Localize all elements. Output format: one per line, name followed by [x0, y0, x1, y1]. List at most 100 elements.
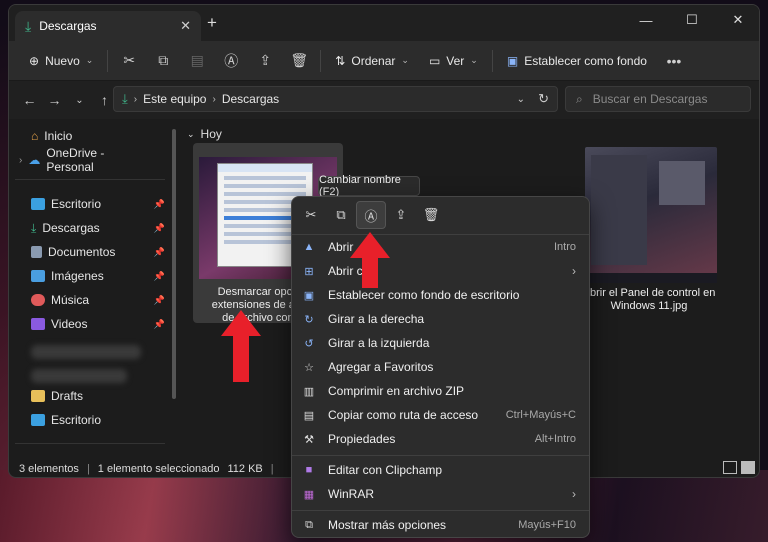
menu-item-clipchamp[interactable]: ■ Editar con Clipchamp — [298, 458, 584, 482]
sidebar-item-videos[interactable]: Videos 📌 — [31, 313, 165, 335]
view-icon: ▭ — [428, 53, 441, 68]
sidebar-item-label: Drafts — [51, 389, 84, 403]
blurred-folder — [31, 369, 127, 383]
new-button[interactable]: ⊕ Nuevo ⌄ — [19, 46, 103, 76]
menu-item-rotate-left[interactable]: ↺ Girar a la izquierda — [298, 331, 584, 355]
divider — [15, 179, 165, 180]
wallpaper-icon: ▣ — [506, 53, 519, 68]
sidebar-item-label: OneDrive - Personal — [46, 146, 105, 174]
tiles-view-icon[interactable] — [741, 461, 755, 474]
menu-item-properties[interactable]: ⚒ Propiedades Alt+Intro — [298, 427, 584, 451]
chevron-right-icon: › — [572, 264, 576, 278]
more-options-icon[interactable]: ••• — [657, 46, 691, 76]
pictures-icon — [31, 270, 45, 282]
menu-item-add-favorites[interactable]: ☆ Agregar a Favoritos — [298, 355, 584, 379]
back-arrow-icon[interactable]: ← — [17, 89, 42, 111]
address-bar[interactable]: ⤓ › Este equipo › Descargas ⌄ ↻ — [113, 86, 558, 112]
paste-icon[interactable]: ▤ — [180, 46, 214, 76]
rename-icon[interactable]: Ⓐ — [214, 46, 248, 76]
menu-item-abrir-con[interactable]: ⊞ Abrir con › — [298, 259, 584, 283]
file-item[interactable]: Abrir el Panel de control en Windows 11.… — [579, 147, 719, 317]
tab-descargas[interactable]: ⤓ Descargas ✕ — [15, 11, 201, 41]
navigation-pane: ⌂ Inicio › ☁ OneDrive - Personal Escrito… — [9, 119, 169, 459]
wallpaper-icon: ▣ — [303, 289, 315, 302]
breadcrumb-este-equipo[interactable]: Este equipo — [143, 92, 206, 106]
sidebar-item-drafts[interactable]: Drafts — [31, 385, 165, 407]
breadcrumb-separator-icon: › — [133, 93, 138, 105]
cut-icon[interactable]: ✂ — [296, 201, 326, 229]
sidebar-item-label: Documentos — [48, 245, 116, 259]
cut-icon[interactable]: ✂ — [112, 46, 146, 76]
pin-icon: 📌 — [153, 222, 165, 233]
menu-item-more-options[interactable]: ⧉ Mostrar más opciones Mayús+F10 — [298, 513, 584, 537]
delete-icon[interactable]: 🗑 — [282, 46, 316, 76]
chevron-down-icon: ⌄ — [187, 128, 195, 139]
set-background-button[interactable]: ▣ Establecer como fondo — [497, 46, 657, 76]
title-bar: ⤓ Descargas ✕ + — ☐ ✕ — [9, 5, 759, 41]
scrollbar[interactable] — [172, 129, 176, 399]
chevron-down-icon[interactable]: ⌄ — [517, 94, 525, 105]
minimize-button[interactable]: — — [623, 5, 669, 35]
divider: | — [86, 463, 90, 475]
winrar-icon: ▦ — [303, 488, 315, 501]
search-icon: ⌕ — [576, 91, 583, 106]
refresh-icon[interactable]: ↻ — [538, 91, 549, 107]
sidebar-item-imagenes[interactable]: Imágenes 📌 — [31, 265, 165, 287]
details-view-icon[interactable] — [723, 461, 737, 474]
delete-icon[interactable]: 🗑 — [416, 201, 446, 229]
maximize-button[interactable]: ☐ — [669, 5, 715, 35]
menu-item-abrir[interactable]: ▲ Abrir Intro — [298, 235, 584, 259]
rename-icon[interactable]: Ⓐ — [356, 201, 386, 229]
pin-icon: 📌 — [153, 318, 165, 329]
sidebar-item-musica[interactable]: Música 📌 — [31, 289, 165, 311]
search-box[interactable]: ⌕ — [565, 86, 751, 112]
chevron-down-icon: ⌄ — [401, 55, 409, 65]
chevron-right-icon: › — [572, 487, 576, 501]
close-window-button[interactable]: ✕ — [715, 5, 759, 35]
view-button[interactable]: ▭ Ver ⌄ — [419, 46, 488, 76]
rotate-left-icon: ↺ — [304, 337, 314, 350]
sidebar-item-escritorio-2[interactable]: Escritorio — [31, 409, 165, 431]
sidebar-item-onedrive[interactable]: › ☁ OneDrive - Personal — [19, 146, 153, 174]
close-tab-icon[interactable]: ✕ — [180, 18, 191, 34]
pin-icon: 📌 — [153, 294, 165, 305]
copy-path-icon: ▤ — [303, 409, 315, 422]
sidebar-item-escritorio[interactable]: Escritorio 📌 — [31, 193, 165, 215]
menu-item-winrar[interactable]: ▦ WinRAR › — [298, 482, 584, 506]
copy-icon[interactable]: ⧉ — [326, 201, 356, 229]
chevron-right-icon: › — [19, 154, 23, 166]
menu-item-rotate-right[interactable]: ↻ Girar a la derecha — [298, 307, 584, 331]
sort-button[interactable]: ⇅ Ordenar ⌄ — [325, 46, 419, 76]
recent-chevron-icon[interactable]: ⌄ — [67, 89, 92, 111]
sidebar-item-home[interactable]: ⌂ Inicio — [31, 125, 165, 147]
search-input[interactable] — [592, 92, 733, 106]
share-icon[interactable]: ⇪ — [248, 46, 282, 76]
pin-icon: 📌 — [153, 246, 165, 257]
video-icon — [31, 318, 45, 330]
wrench-icon: ⚒ — [304, 433, 314, 446]
context-menu: ✂ ⧉ Ⓐ ⇪ 🗑 ▲ Abrir Intro ⊞ Abrir con › ▣ … — [291, 196, 590, 538]
sidebar-item-label: Música — [51, 293, 90, 307]
command-bar: ⊕ Nuevo ⌄ ✂ ⧉ ▤ Ⓐ ⇪ 🗑 ⇅ Ordenar ⌄ ▭ Ver … — [9, 41, 759, 81]
file-thumbnail — [585, 147, 717, 283]
sidebar-item-label: Imágenes — [51, 269, 104, 283]
new-tab-button[interactable]: + — [207, 13, 217, 33]
download-icon: ⤓ — [25, 17, 32, 34]
sidebar-item-documentos[interactable]: Documentos 📌 — [31, 241, 165, 263]
menu-item-set-background[interactable]: ▣ Establecer como fondo de escritorio — [298, 283, 584, 307]
selection-count: 1 elemento seleccionado — [97, 463, 220, 475]
copy-icon[interactable]: ⧉ — [146, 46, 180, 76]
view-label: Ver — [446, 53, 465, 68]
menu-item-copy-path[interactable]: ▤ Copiar como ruta de acceso Ctrl+Mayús+… — [298, 403, 584, 427]
desktop-icon — [31, 198, 45, 210]
new-label: Nuevo — [45, 53, 80, 68]
share-icon[interactable]: ⇪ — [386, 201, 416, 229]
document-icon — [31, 246, 42, 258]
sidebar-item-descargas[interactable]: ⤓ Descargas 📌 — [31, 217, 165, 239]
menu-item-compress-zip[interactable]: ▥ Comprimir en archivo ZIP — [298, 379, 584, 403]
sidebar-item-label: Descargas — [42, 221, 100, 235]
breadcrumb-descargas[interactable]: Descargas — [222, 92, 279, 106]
group-header[interactable]: ⌄ Hoy — [187, 127, 222, 141]
forward-arrow-icon[interactable]: → — [42, 89, 67, 111]
file-name: Abrir el Panel de control en Windows 11.… — [582, 287, 716, 312]
